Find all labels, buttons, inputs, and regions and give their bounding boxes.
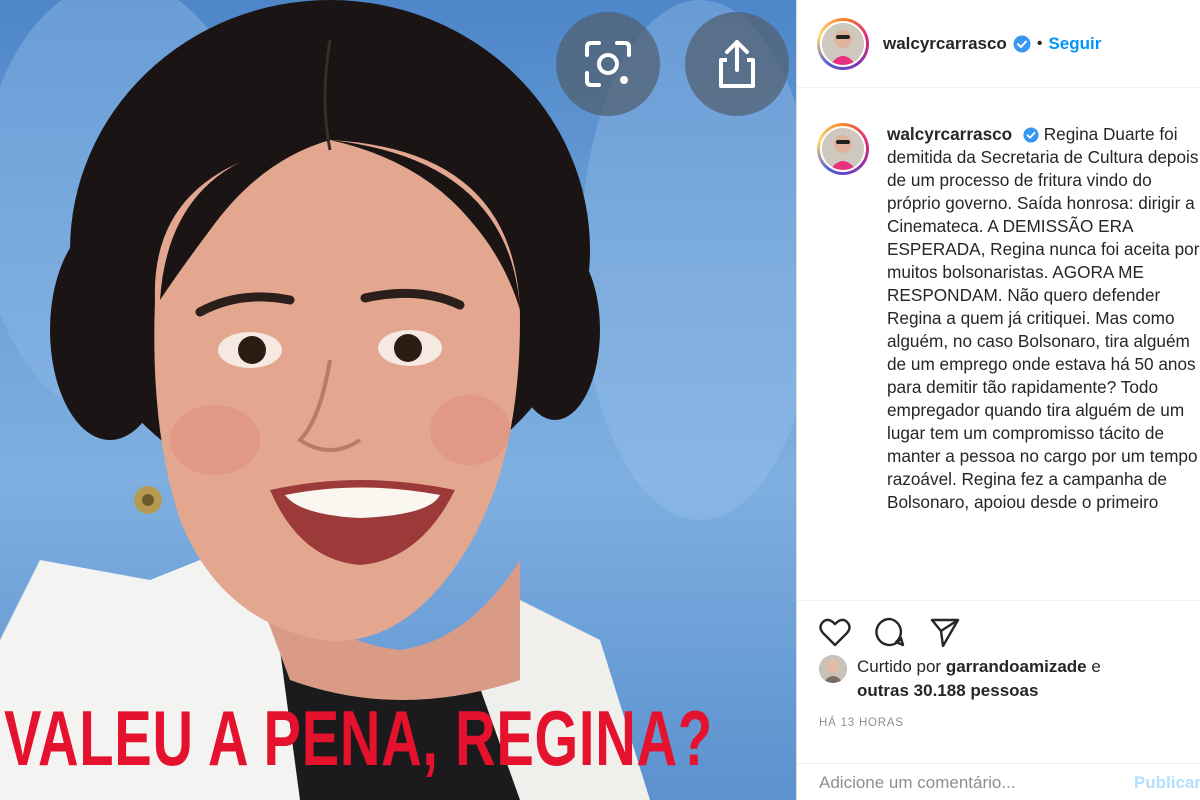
visual-search-button[interactable]	[556, 12, 660, 116]
visual-search-icon	[585, 41, 631, 87]
avatar-image	[822, 128, 864, 170]
post-header: walcyrcarrasco • Seguir	[797, 0, 1200, 88]
likes-count-link[interactable]: outras 30.188 pessoas	[857, 681, 1038, 700]
likes-conjunction: e	[1091, 657, 1101, 676]
caption-username[interactable]: walcyrcarrasco	[887, 124, 1012, 144]
comment-icon	[875, 617, 905, 647]
publish-button[interactable]: Publicar	[1134, 773, 1200, 793]
profile-avatar[interactable]	[817, 17, 869, 70]
likes-user-link[interactable]: garrandoamizade	[946, 657, 1087, 676]
like-button[interactable]	[817, 614, 853, 650]
verified-badge-icon	[1013, 35, 1031, 52]
verified-badge-icon	[1023, 127, 1039, 143]
caption-avatar[interactable]	[817, 123, 869, 175]
header-separator: •	[1036, 34, 1043, 52]
image-overlay-text: VALEU A PENA, REGINA?	[4, 694, 713, 782]
follow-button[interactable]: Seguir	[1048, 34, 1101, 54]
likes-prefix: Curtido por	[857, 657, 942, 676]
post-timestamp[interactable]: HÁ 13 HORAS	[797, 717, 1200, 729]
post-sidebar: walcyrcarrasco • Seguir walcyrcarrasco R…	[796, 0, 1200, 800]
likes-text: Curtido por garrandoamizade e outras 30.…	[857, 655, 1101, 703]
post-actions: Curtido por garrandoamizade e outras 30.…	[797, 600, 1200, 800]
comment-input[interactable]	[819, 772, 1134, 793]
portrait-illustration	[0, 0, 796, 800]
likes-summary: Curtido por garrandoamizade e outras 30.…	[797, 655, 1200, 703]
send-button[interactable]	[927, 614, 963, 650]
share-icon	[719, 40, 755, 88]
avatar-image	[819, 655, 847, 683]
caption-row: walcyrcarrasco Regina Duarte foi demitid…	[797, 89, 1200, 514]
caption-body: Regina Duarte foi demitida da Secretaria…	[887, 124, 1200, 512]
paper-plane-icon	[930, 618, 960, 647]
avatar-image	[822, 22, 864, 65]
comment-button[interactable]	[872, 614, 908, 650]
liker-avatar[interactable]	[819, 655, 847, 683]
comments-section[interactable]: walcyrcarrasco Regina Duarte foi demitid…	[797, 89, 1200, 600]
header-username[interactable]: walcyrcarrasco	[883, 34, 1007, 54]
image-share-button[interactable]	[685, 12, 789, 116]
heart-icon	[819, 618, 851, 647]
comment-form: Publicar	[797, 763, 1200, 800]
caption-text-block: walcyrcarrasco Regina Duarte foi demitid…	[887, 123, 1200, 514]
action-icons	[797, 601, 1200, 655]
post-image[interactable]: VALEU A PENA, REGINA?	[0, 0, 796, 800]
